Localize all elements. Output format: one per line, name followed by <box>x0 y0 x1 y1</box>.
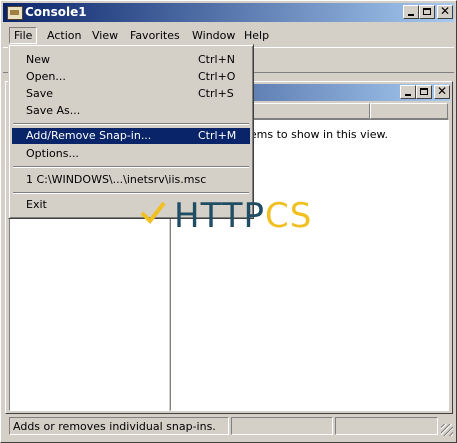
menu-item-label: Save As... <box>26 104 81 117</box>
menu-item-recent-file[interactable]: 1 C:\WINDOWS\...\inetsrv\iis.msc <box>12 172 250 188</box>
menu-help[interactable]: Help <box>239 28 274 43</box>
menu-view[interactable]: View <box>87 28 123 43</box>
menu-item-label: New <box>26 53 50 66</box>
menu-item-open[interactable]: Open... Ctrl+O <box>12 69 250 85</box>
menu-window[interactable]: Window <box>187 28 240 43</box>
menu-item-save-as[interactable]: Save As... <box>12 103 250 119</box>
watermark-part-http: HTTP <box>174 196 266 236</box>
menu-item-label: Open... <box>26 70 66 83</box>
close-button[interactable]: ✕ <box>437 4 453 19</box>
menu-item-label: Save <box>26 87 54 100</box>
menu-item-add-remove-snap-in[interactable]: Add/Remove Snap-in... Ctrl+M <box>12 128 250 144</box>
close-icon: ✕ <box>440 4 451 18</box>
file-menu-dropdown: New Ctrl+N Open... Ctrl+O Save Ctrl+S Sa… <box>8 44 254 219</box>
minimize-icon <box>408 14 414 16</box>
resize-grip[interactable] <box>441 424 453 436</box>
status-panel-3 <box>335 417 438 435</box>
child-maximize-button[interactable] <box>416 85 432 99</box>
menu-bar: File Action View Favorites Window Help <box>3 25 454 45</box>
close-icon: ✕ <box>437 84 448 98</box>
maximize-icon <box>423 8 431 15</box>
title-bar[interactable]: Console1 ✕ <box>3 3 454 22</box>
maximize-icon <box>420 88 428 95</box>
child-close-button[interactable]: ✕ <box>434 84 450 99</box>
minimize-icon <box>405 94 411 96</box>
watermark-text: HTTPCS <box>174 196 312 236</box>
maximize-button[interactable] <box>419 5 435 19</box>
child-minimize-button[interactable] <box>400 85 416 99</box>
menu-item-options[interactable]: Options... <box>12 146 250 162</box>
status-panel-2 <box>231 417 333 435</box>
menu-separator <box>13 123 249 125</box>
status-bar: Adds or removes individual snap-ins. <box>3 415 454 437</box>
menu-item-shortcut: Ctrl+S <box>198 87 234 100</box>
menu-item-new[interactable]: New Ctrl+N <box>12 52 250 68</box>
menu-item-label: Add/Remove Snap-in... <box>26 129 152 142</box>
window-title: Console1 <box>25 5 87 19</box>
menu-favorites[interactable]: Favorites <box>125 28 185 43</box>
menu-item-label: Exit <box>26 198 47 211</box>
menu-separator <box>13 166 249 168</box>
menu-item-label: 1 C:\WINDOWS\...\inetsrv\iis.msc <box>26 173 207 186</box>
checkmark-icon <box>140 201 166 225</box>
console-app-icon[interactable] <box>7 6 23 20</box>
menu-separator <box>13 192 249 194</box>
minimize-button[interactable] <box>403 5 419 19</box>
menu-file[interactable]: File <box>9 27 38 44</box>
menu-item-save[interactable]: Save Ctrl+S <box>12 86 250 102</box>
column-header-description[interactable] <box>370 103 448 119</box>
watermark-part-cs: CS <box>265 196 313 236</box>
menu-item-shortcut: Ctrl+O <box>198 70 236 83</box>
menu-item-shortcut: Ctrl+M <box>198 129 237 142</box>
menu-action[interactable]: Action <box>42 28 86 43</box>
status-text: Adds or removes individual snap-ins. <box>9 417 229 435</box>
menu-item-label: Options... <box>26 147 79 160</box>
menu-item-shortcut: Ctrl+N <box>198 53 236 66</box>
